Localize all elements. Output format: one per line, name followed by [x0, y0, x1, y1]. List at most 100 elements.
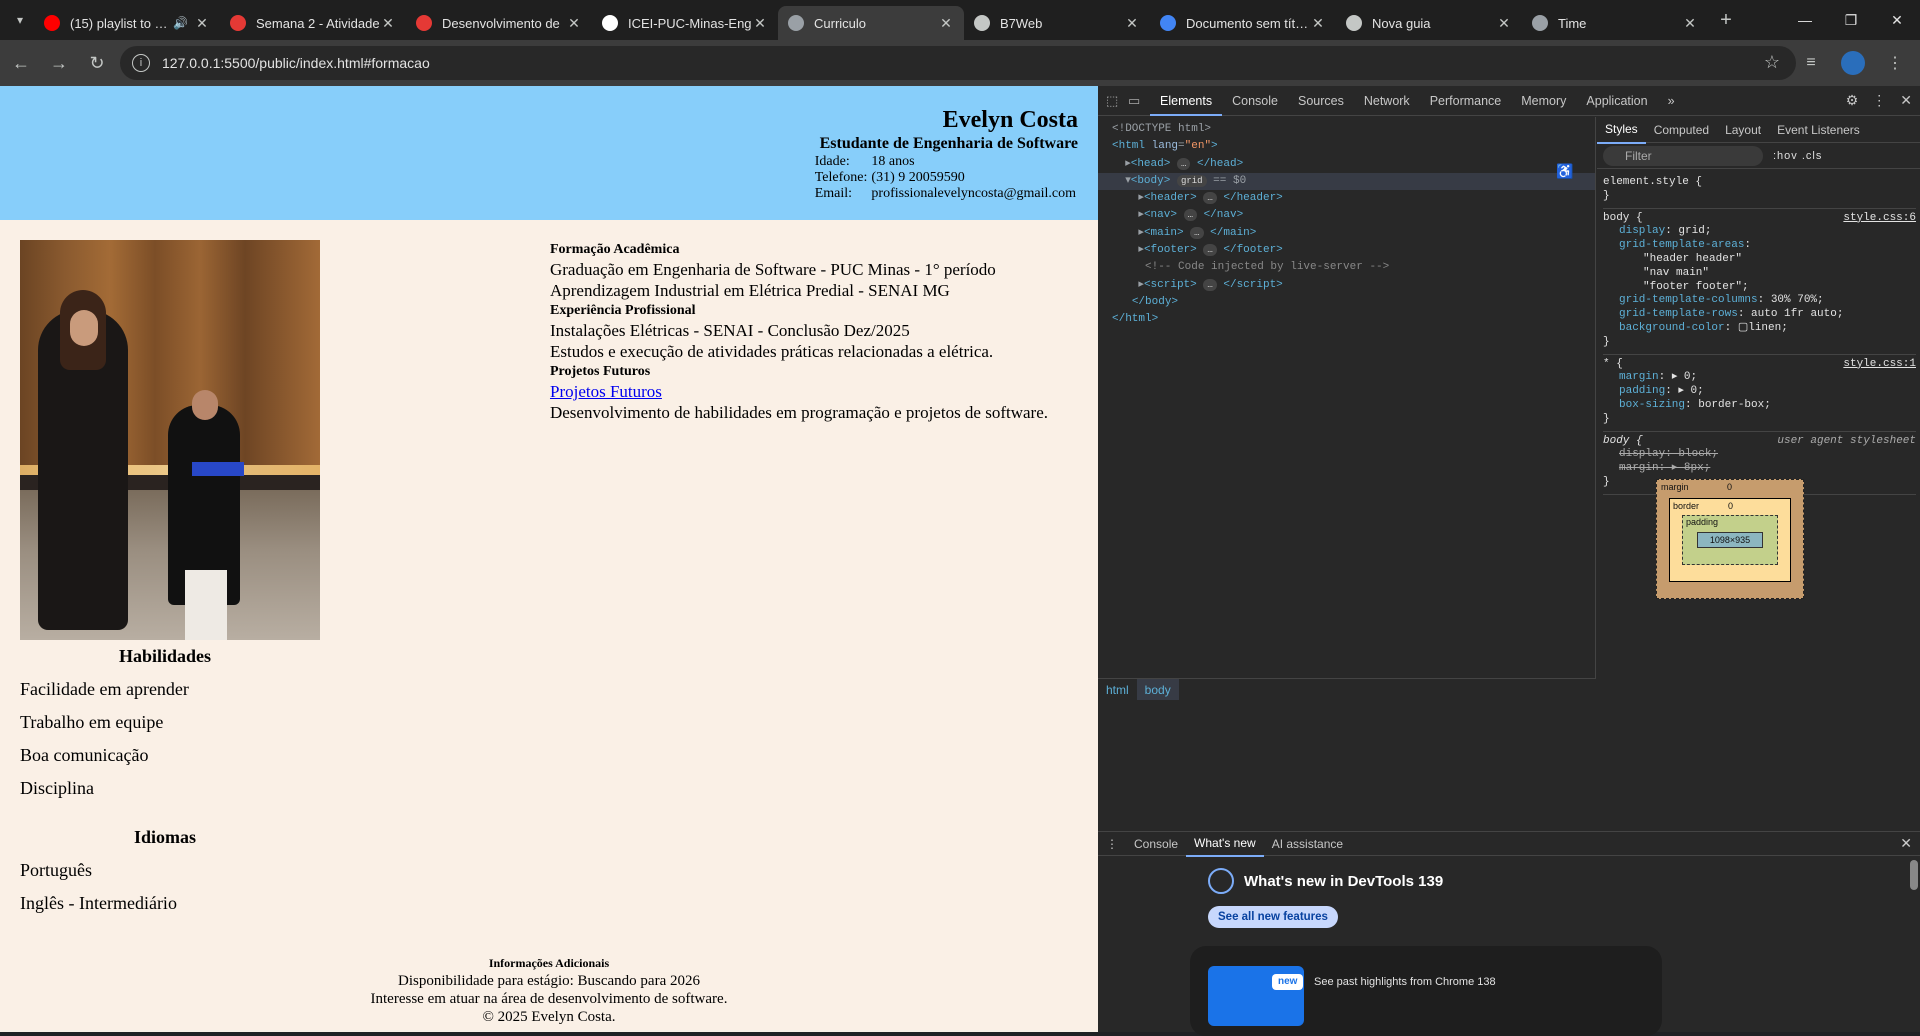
styles-filter-bar: Filter :hov .cls	[1597, 143, 1920, 169]
profile-avatar[interactable]	[1836, 46, 1870, 80]
dom-node[interactable]: ▸<header> … </header>	[1098, 190, 1595, 207]
experience-heading: Experiência Profissional	[549, 303, 696, 318]
devtools-menu-icon[interactable]: ⋮	[1872, 92, 1886, 109]
tab-close-icon[interactable]: ✕	[938, 15, 954, 32]
highlights-card[interactable]: new See past highlights from Chrome 138	[1190, 946, 1662, 1036]
tab-memory[interactable]: Memory	[1511, 86, 1576, 116]
drawer-menu-icon[interactable]: ⋮	[1098, 832, 1126, 856]
tab-close-icon[interactable]: ✕	[1124, 15, 1140, 32]
tab-close-icon[interactable]: ✕	[1496, 15, 1512, 32]
tab-title[interactable]: Time	[1558, 16, 1682, 31]
dom-comment[interactable]: <!-- Code injected by live-server -->	[1098, 259, 1595, 276]
tab-title[interactable]: Nova guia	[1372, 16, 1496, 31]
tab-styles[interactable]: Styles	[1597, 116, 1646, 144]
tab-close-icon[interactable]: ✕	[1682, 15, 1698, 32]
tab-search-button[interactable]: ▾	[6, 6, 34, 34]
drawer-tab-whats-new[interactable]: What's new	[1186, 831, 1264, 857]
tab-title[interactable]: Curriculo	[814, 16, 938, 31]
bookmark-star-icon[interactable]: ☆	[1764, 52, 1780, 73]
dom-node[interactable]: ▸<nav> … </nav>	[1098, 207, 1595, 224]
browser-tab[interactable]: B7Web ✕	[964, 6, 1150, 40]
resume-footer: Informações Adicionais Disponibilidade p…	[0, 954, 1098, 1032]
tab-computed[interactable]: Computed	[1646, 117, 1717, 143]
minimize-icon[interactable]: —	[1782, 0, 1828, 40]
back-button[interactable]: ←	[4, 46, 38, 80]
tab-close-icon[interactable]: ✕	[194, 15, 210, 32]
tab-application[interactable]: Application	[1576, 86, 1657, 116]
future-projects-link[interactable]: Projetos Futuros	[550, 381, 662, 402]
address-bar[interactable]: i 127.0.0.1:5500/public/index.html#forma…	[120, 46, 1796, 80]
resume-subtitle: Estudante de Engenharia de Software	[819, 135, 1078, 152]
tab-close-icon[interactable]: ✕	[566, 15, 582, 32]
settings-gear-icon[interactable]: ⚙	[1846, 92, 1859, 109]
tab-close-icon[interactable]: ✕	[380, 15, 396, 32]
dom-node[interactable]: ▸<main> … </main>	[1098, 225, 1595, 242]
close-drawer-icon[interactable]: ✕	[1900, 835, 1912, 852]
contact-label: Idade:	[814, 154, 850, 169]
language-item: Inglês - Intermediário	[20, 893, 177, 913]
tab-network[interactable]: Network	[1354, 86, 1420, 116]
tab-title[interactable]: B7Web	[1000, 16, 1124, 31]
padding-box: padding 1098×935	[1682, 515, 1778, 565]
tab-layout[interactable]: Layout	[1717, 117, 1769, 143]
tab-elements[interactable]: Elements	[1150, 86, 1223, 116]
inspect-element-icon[interactable]: ⬚	[1106, 93, 1128, 109]
drawer-tab-console[interactable]: Console	[1126, 832, 1186, 856]
dom-node[interactable]: <!DOCTYPE html>	[1098, 121, 1595, 138]
browser-tab[interactable]: Semana 2 - Atividade ✕	[220, 6, 406, 40]
device-toolbar-icon[interactable]: ▭	[1128, 93, 1150, 109]
breadcrumb-item[interactable]: html	[1098, 679, 1137, 700]
tab-title[interactable]: Desenvolvimento de	[442, 16, 566, 31]
rule-source-link[interactable]: style.css:1	[1843, 358, 1916, 372]
tab-title[interactable]: (15) playlist to study	[70, 16, 173, 31]
tab-title[interactable]: Documento sem título	[1186, 16, 1310, 31]
styles-pane: Styles Computed Layout Event Listeners F…	[1597, 117, 1920, 831]
styles-subtabs: Styles Computed Layout Event Listeners	[1597, 116, 1920, 144]
more-tabs-icon[interactable]: »	[1658, 86, 1685, 116]
site-info-icon[interactable]: i	[132, 54, 150, 72]
browser-tab[interactable]: Documento sem título ✕	[1150, 6, 1336, 40]
dom-node[interactable]: <html lang="en">	[1098, 138, 1595, 155]
new-tab-button[interactable]: +	[1712, 6, 1740, 34]
tab-sources[interactable]: Sources	[1288, 86, 1354, 116]
filter-tools[interactable]: :hov .cls	[1773, 150, 1822, 162]
tab-console[interactable]: Console	[1222, 86, 1288, 116]
menu-kebab-icon[interactable]: ⋮	[1878, 46, 1912, 80]
close-window-icon[interactable]: ✕	[1874, 0, 1920, 40]
dom-node[interactable]: ▸<head> … </head>	[1098, 156, 1595, 173]
dom-node[interactable]: </html>	[1098, 311, 1595, 328]
tab-title[interactable]: Semana 2 - Atividade	[256, 16, 380, 31]
devtools-logo-icon	[1208, 868, 1234, 894]
tab-title[interactable]: ICEI-PUC-Minas-Eng	[628, 16, 752, 31]
close-devtools-icon[interactable]: ✕	[1900, 92, 1912, 109]
tab-close-icon[interactable]: ✕	[752, 15, 768, 32]
drawer-scrollbar[interactable]	[1910, 860, 1918, 890]
media-controls-icon[interactable]: ≡	[1794, 46, 1828, 80]
browser-tab[interactable]: Time ✕	[1522, 6, 1708, 40]
tab-audio-icon[interactable]: 🔊	[173, 16, 188, 30]
tab-close-icon[interactable]: ✕	[1310, 15, 1326, 32]
accessibility-icon[interactable]: ♿	[1556, 165, 1573, 182]
reload-button[interactable]: ↻	[80, 46, 114, 80]
dom-node[interactable]: ▸<script> … </script>	[1098, 277, 1595, 294]
browser-tab[interactable]: (15) playlist to study🔊 ✕	[34, 6, 220, 40]
future-projects-heading: Projetos Futuros	[549, 364, 651, 379]
tab-event-listeners[interactable]: Event Listeners	[1769, 117, 1868, 143]
dom-node[interactable]: ▸<footer> … </footer>	[1098, 242, 1595, 259]
rule-source-link[interactable]: style.css:6	[1843, 212, 1916, 226]
url-text[interactable]: 127.0.0.1:5500/public/index.html#formaca…	[162, 55, 430, 71]
browser-tab[interactable]: Curriculo ✕	[778, 6, 964, 40]
restore-icon[interactable]: ❐	[1828, 0, 1874, 40]
breadcrumb-item[interactable]: body	[1136, 679, 1179, 700]
see-all-features-button[interactable]: See all new features	[1208, 906, 1338, 928]
content-box: 1098×935	[1697, 532, 1763, 548]
forward-button[interactable]: →	[42, 46, 76, 80]
browser-tab[interactable]: Nova guia ✕	[1336, 6, 1522, 40]
browser-tab[interactable]: Desenvolvimento de ✕	[406, 6, 592, 40]
drawer-tab-ai-assistance[interactable]: AI assistance	[1264, 832, 1351, 856]
browser-tab[interactable]: ICEI-PUC-Minas-Eng ✕	[592, 6, 778, 40]
tab-performance[interactable]: Performance	[1420, 86, 1512, 116]
styles-filter-input[interactable]: Filter	[1603, 145, 1763, 166]
dom-node-selected[interactable]: ▾<body> grid == $0	[1098, 172, 1595, 191]
dom-node[interactable]: </body>	[1098, 294, 1595, 311]
